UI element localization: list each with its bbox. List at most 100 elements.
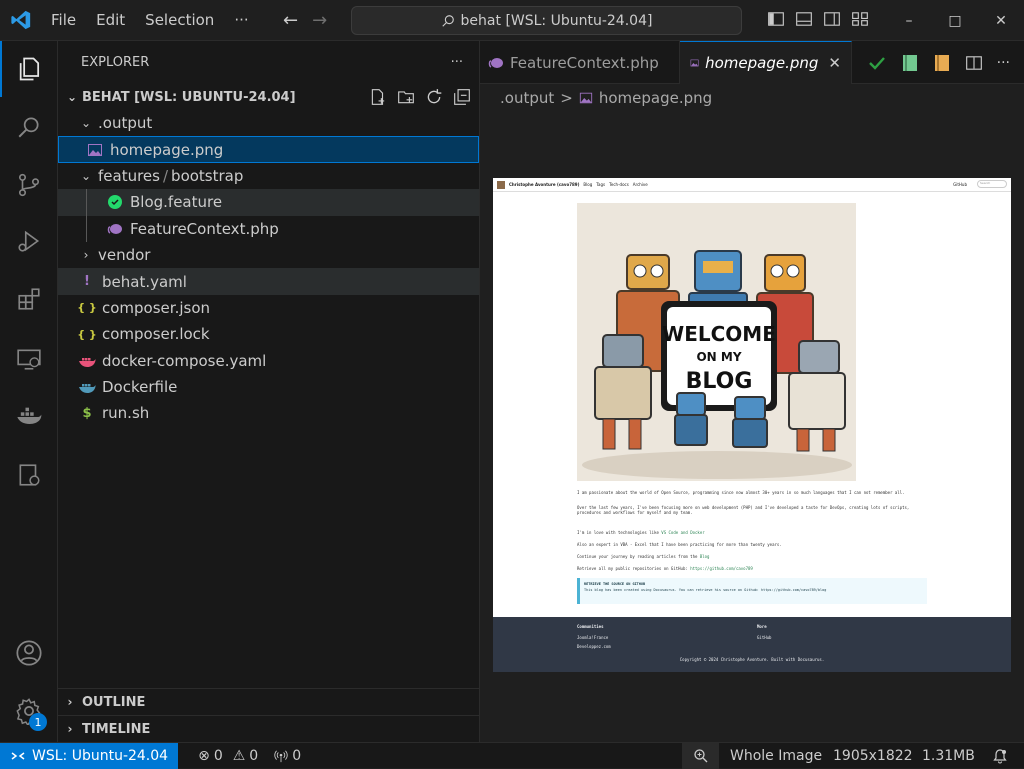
checkmark-icon[interactable] [867, 53, 887, 73]
explorer-sidebar: EXPLORER ··· ⌄ BEHAT [WSL: UBUNTU-24.04]… [58, 41, 480, 742]
tree-item-label: composer.lock [102, 325, 210, 344]
remote-label: WSL: Ubuntu-24.04 [32, 747, 169, 764]
workspace-root-header[interactable]: ⌄ BEHAT [WSL: UBUNTU-24.04] [58, 84, 479, 110]
remote-icon [11, 751, 25, 760]
tree-file-behat-yaml[interactable]: ! behat.yaml [58, 268, 479, 295]
tree-file-featurecontext-php[interactable]: FeatureContext.php [58, 215, 479, 242]
title-bar: File Edit Selection ··· ← → behat [WSL: … [0, 0, 1024, 41]
menu-edit[interactable]: Edit [86, 0, 135, 41]
close-window-button[interactable]: ✕ [978, 0, 1024, 41]
json-braces-icon: { } [77, 327, 97, 341]
source-control-activity-icon[interactable] [0, 157, 58, 213]
new-folder-icon[interactable] [397, 88, 415, 106]
tree-file-homepage-png[interactable]: homepage.png [58, 136, 479, 163]
tree-file-composer-json[interactable]: { } composer.json [58, 295, 479, 321]
tree-folder-vendor[interactable]: › vendor [58, 242, 479, 268]
preview-footer-link: GitHub [757, 635, 772, 640]
notifications-bell-icon[interactable] [984, 748, 1016, 764]
timeline-section-header[interactable]: › TIMELINE [58, 715, 480, 742]
tree-file-run-sh[interactable]: $ run.sh [58, 400, 479, 426]
cucumber-icon [106, 193, 124, 211]
collapse-all-icon[interactable] [453, 88, 471, 106]
tree-file-docker-compose[interactable]: docker-compose.yaml [58, 348, 479, 374]
explorer-activity-icon[interactable] [0, 41, 58, 97]
zoom-icon [693, 749, 707, 763]
preview-paragraph-3: I'm in love with technologies like VS Co… [577, 530, 922, 535]
tree-file-composer-lock[interactable]: { } composer.lock [58, 321, 479, 347]
docker-activity-icon[interactable] [0, 389, 58, 445]
settings-update-badge: 1 [29, 713, 47, 731]
tab-close-icon[interactable]: ✕ [828, 54, 841, 72]
remote-explorer-activity-icon[interactable] [0, 331, 58, 387]
breadcrumb-file[interactable]: homepage.png [599, 89, 712, 107]
zoom-button[interactable] [682, 743, 719, 769]
tree-file-blog-feature[interactable]: Blog.feature [58, 189, 479, 216]
preview-paragraph-5: Continue your journey by reading article… [577, 554, 922, 559]
image-file-icon [86, 141, 104, 159]
search-activity-icon[interactable] [0, 99, 58, 155]
tree-folder-features[interactable]: ⌄ features / bootstrap [58, 163, 479, 189]
ports-count: 0 [292, 747, 302, 764]
toggle-secondary-sidebar-icon[interactable] [823, 10, 841, 28]
editor-more-icon[interactable]: ··· [997, 55, 1010, 71]
preview-nav-link: Tech-docs [609, 182, 629, 187]
shell-icon: $ [82, 405, 92, 421]
menu-more-icon[interactable]: ··· [224, 0, 258, 41]
tab-featurecontext-php[interactable]: FeatureContext.php [480, 41, 680, 84]
back-arrow-icon[interactable]: ← [283, 10, 298, 31]
forward-arrow-icon[interactable]: → [312, 10, 327, 31]
problems-indicator[interactable]: ⊗ 0 ⚠ 0 [190, 748, 266, 764]
menu-file[interactable]: File [41, 0, 86, 41]
refresh-icon[interactable] [425, 88, 443, 106]
command-center-label: behat [WSL: Ubuntu-24.04] [460, 12, 653, 29]
tab-homepage-png[interactable]: homepage.png ✕ [680, 41, 852, 84]
zoom-level[interactable]: Whole Image [722, 748, 830, 764]
command-center[interactable]: behat [WSL: Ubuntu-24.04] [351, 6, 742, 35]
split-editor-icon[interactable] [965, 54, 983, 72]
preview-text: Retrieve all my public repositories on G… [577, 566, 691, 571]
vscode-logo-icon [0, 0, 41, 41]
chevron-down-icon: ⌄ [80, 168, 92, 183]
preview-navbar: Christophe Avonture (cavo789) Blog Tags … [493, 178, 1011, 192]
new-file-icon[interactable] [369, 88, 387, 106]
accounts-activity-icon[interactable] [0, 625, 58, 681]
hero-text-welcome: WELCOME [662, 322, 776, 346]
minimize-button[interactable]: – [886, 0, 932, 41]
preview-hero-image: WELCOME ON MY BLOG [577, 203, 856, 481]
maximize-button[interactable]: □ [932, 0, 978, 41]
preview-footer-col1-title: Communities [577, 624, 604, 629]
image-preview[interactable]: Christophe Avonture (cavo789) Blog Tags … [493, 178, 1011, 672]
docker-icon [78, 378, 96, 396]
toggle-panel-icon[interactable] [795, 10, 813, 28]
customize-layout-icon[interactable] [851, 10, 869, 28]
status-bar: WSL: Ubuntu-24.04 ⊗ 0 ⚠ 0 0 Whole Image … [0, 742, 1024, 769]
tab-label: FeatureContext.php [510, 53, 659, 72]
chevron-down-icon: ⌄ [66, 90, 78, 104]
preview-footer-col2-title: More [757, 624, 767, 629]
breadcrumb-folder[interactable]: .output [500, 89, 554, 107]
tree-item-label: Blog.feature [130, 193, 223, 212]
php-elephant-icon [488, 57, 503, 68]
ports-indicator[interactable]: 0 [266, 748, 309, 764]
remote-indicator[interactable]: WSL: Ubuntu-24.04 [0, 742, 179, 769]
preview-avatar [497, 180, 505, 189]
tree-item-label: homepage.png [110, 140, 224, 159]
activity-bar: 1 [0, 41, 58, 742]
tree-file-dockerfile[interactable]: Dockerfile [58, 374, 479, 400]
outline-section-header[interactable]: › OUTLINE [58, 688, 480, 715]
run-debug-activity-icon[interactable] [0, 213, 58, 269]
preview-nav-link: Blog [583, 182, 593, 187]
book-orange-icon[interactable] [933, 53, 951, 73]
preview-paragraph-6: Retrieve all my public repositories on G… [577, 566, 922, 571]
preview-site-title: Christophe Avonture (cavo789) [509, 182, 580, 187]
explorer-more-icon[interactable]: ··· [451, 55, 463, 70]
tree-folder-output[interactable]: ⌄ .output [58, 110, 479, 136]
menu-selection[interactable]: Selection [135, 0, 224, 41]
preview-paragraph-1: I am passionate about the world of Open … [577, 490, 905, 495]
error-count: 0 [213, 747, 223, 764]
toggle-primary-sidebar-icon[interactable] [767, 10, 785, 28]
containers-activity-icon[interactable] [0, 447, 58, 503]
manage-gear-icon[interactable] [0, 683, 58, 739]
extensions-activity-icon[interactable] [0, 271, 58, 327]
book-green-icon[interactable] [901, 53, 919, 73]
